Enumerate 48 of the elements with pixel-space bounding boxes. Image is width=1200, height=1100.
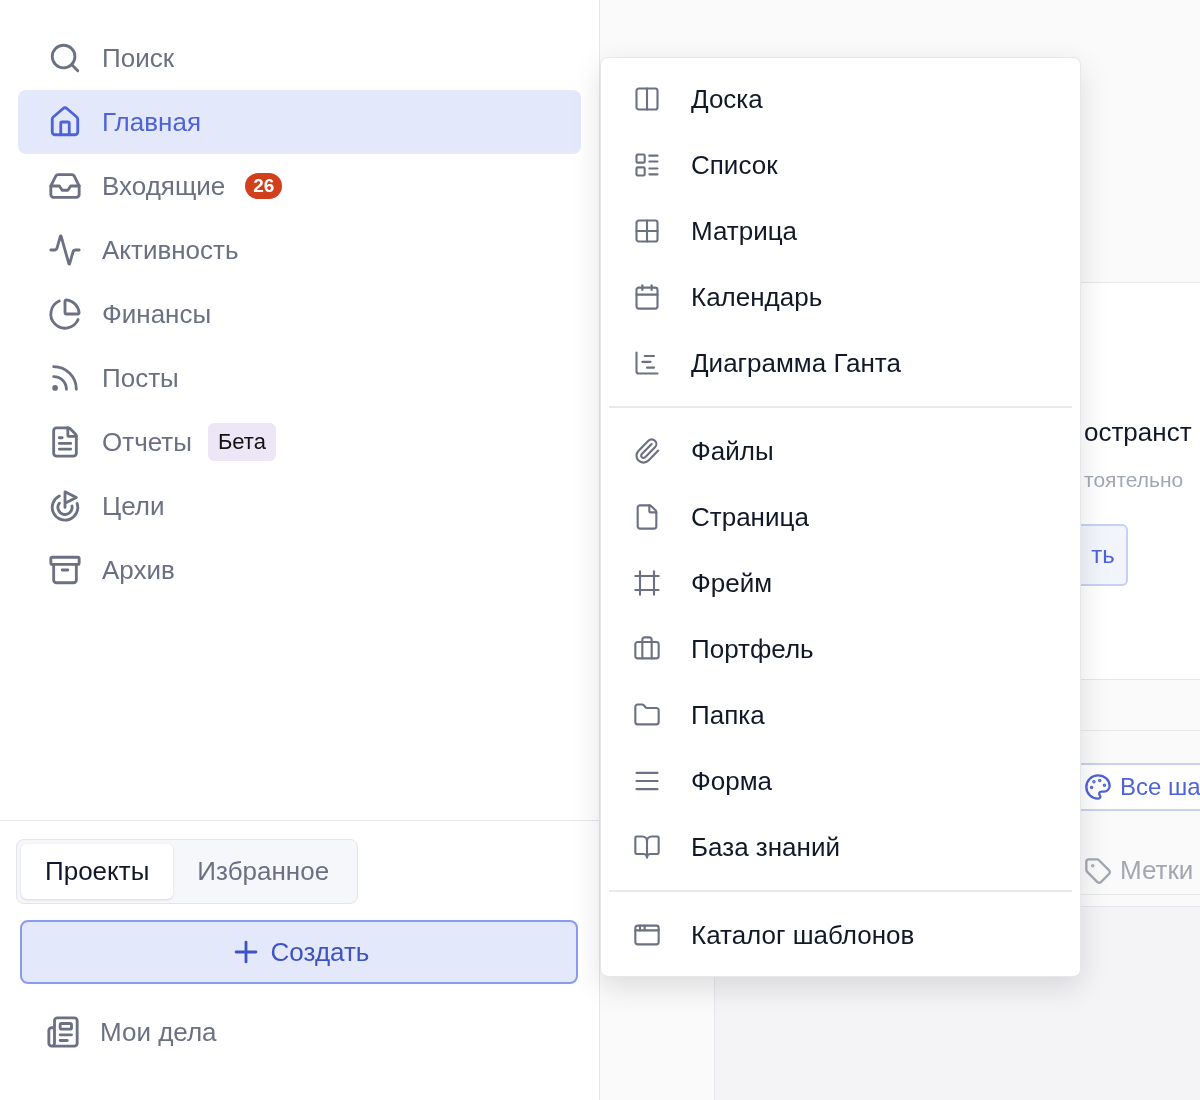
menu-item[interactable]: Папка [609, 682, 1072, 748]
card-button[interactable]: ть [1080, 523, 1128, 586]
nav-item[interactable]: Посты [18, 346, 581, 410]
nav-item[interactable]: Архив [18, 538, 581, 602]
count-badge: 26 [245, 173, 283, 199]
calendar-icon [633, 283, 661, 311]
card-title: остранст [1083, 416, 1193, 449]
menu-item[interactable]: Страница [609, 484, 1072, 550]
palette-icon [1084, 773, 1112, 801]
board-icon [633, 85, 661, 113]
paperclip-icon [633, 437, 661, 465]
search-icon [48, 41, 82, 75]
nav-item[interactable]: Цели [18, 474, 581, 538]
pie-chart-icon [48, 297, 82, 331]
tag-icon [1084, 856, 1112, 885]
menu-item[interactable]: Форма [609, 748, 1072, 814]
menu-item[interactable]: Список [609, 132, 1072, 198]
tab[interactable]: Избранное [173, 844, 354, 899]
menu-item[interactable]: Диаграмма Ганта [609, 330, 1072, 396]
grid-icon [633, 217, 661, 245]
menu-item[interactable]: Файлы [609, 418, 1072, 484]
nav-item[interactable]: Мои дела [16, 1004, 583, 1060]
target-icon [48, 489, 82, 523]
menu-item[interactable]: Матрица [609, 198, 1072, 264]
menu-item[interactable]: Календарь [609, 264, 1072, 330]
gantt-chart-icon [633, 349, 661, 377]
card-text: тоятельно [1083, 467, 1185, 493]
nav-item[interactable]: Поиск [18, 26, 581, 90]
menu-item[interactable]: База знаний [609, 814, 1072, 880]
archive-icon [48, 553, 82, 587]
nav-item[interactable]: Активность [18, 218, 581, 282]
menu-item[interactable]: Портфель [609, 616, 1072, 682]
nav-item[interactable]: Главная [18, 90, 581, 154]
pulse-icon [48, 233, 82, 267]
menu-item[interactable]: Каталог шаблонов [609, 902, 1072, 968]
templates-button[interactable]: Все ша [1080, 763, 1200, 811]
menu-item[interactable]: Фрейм [609, 550, 1072, 616]
menu-item[interactable]: Доска [609, 66, 1072, 132]
book-icon [633, 833, 661, 861]
create-button[interactable]: Создать [20, 920, 578, 984]
list-icon [633, 151, 661, 179]
tags-label: Метки [1120, 854, 1194, 887]
nav-item[interactable]: Входящие 26 [18, 154, 581, 218]
nav-item[interactable]: Отчеты Бета [18, 410, 581, 474]
nav-item[interactable]: Финансы [18, 282, 581, 346]
house-icon [48, 105, 82, 139]
tab[interactable]: Проекты [21, 844, 174, 899]
beta-tag: Бета [207, 423, 276, 461]
